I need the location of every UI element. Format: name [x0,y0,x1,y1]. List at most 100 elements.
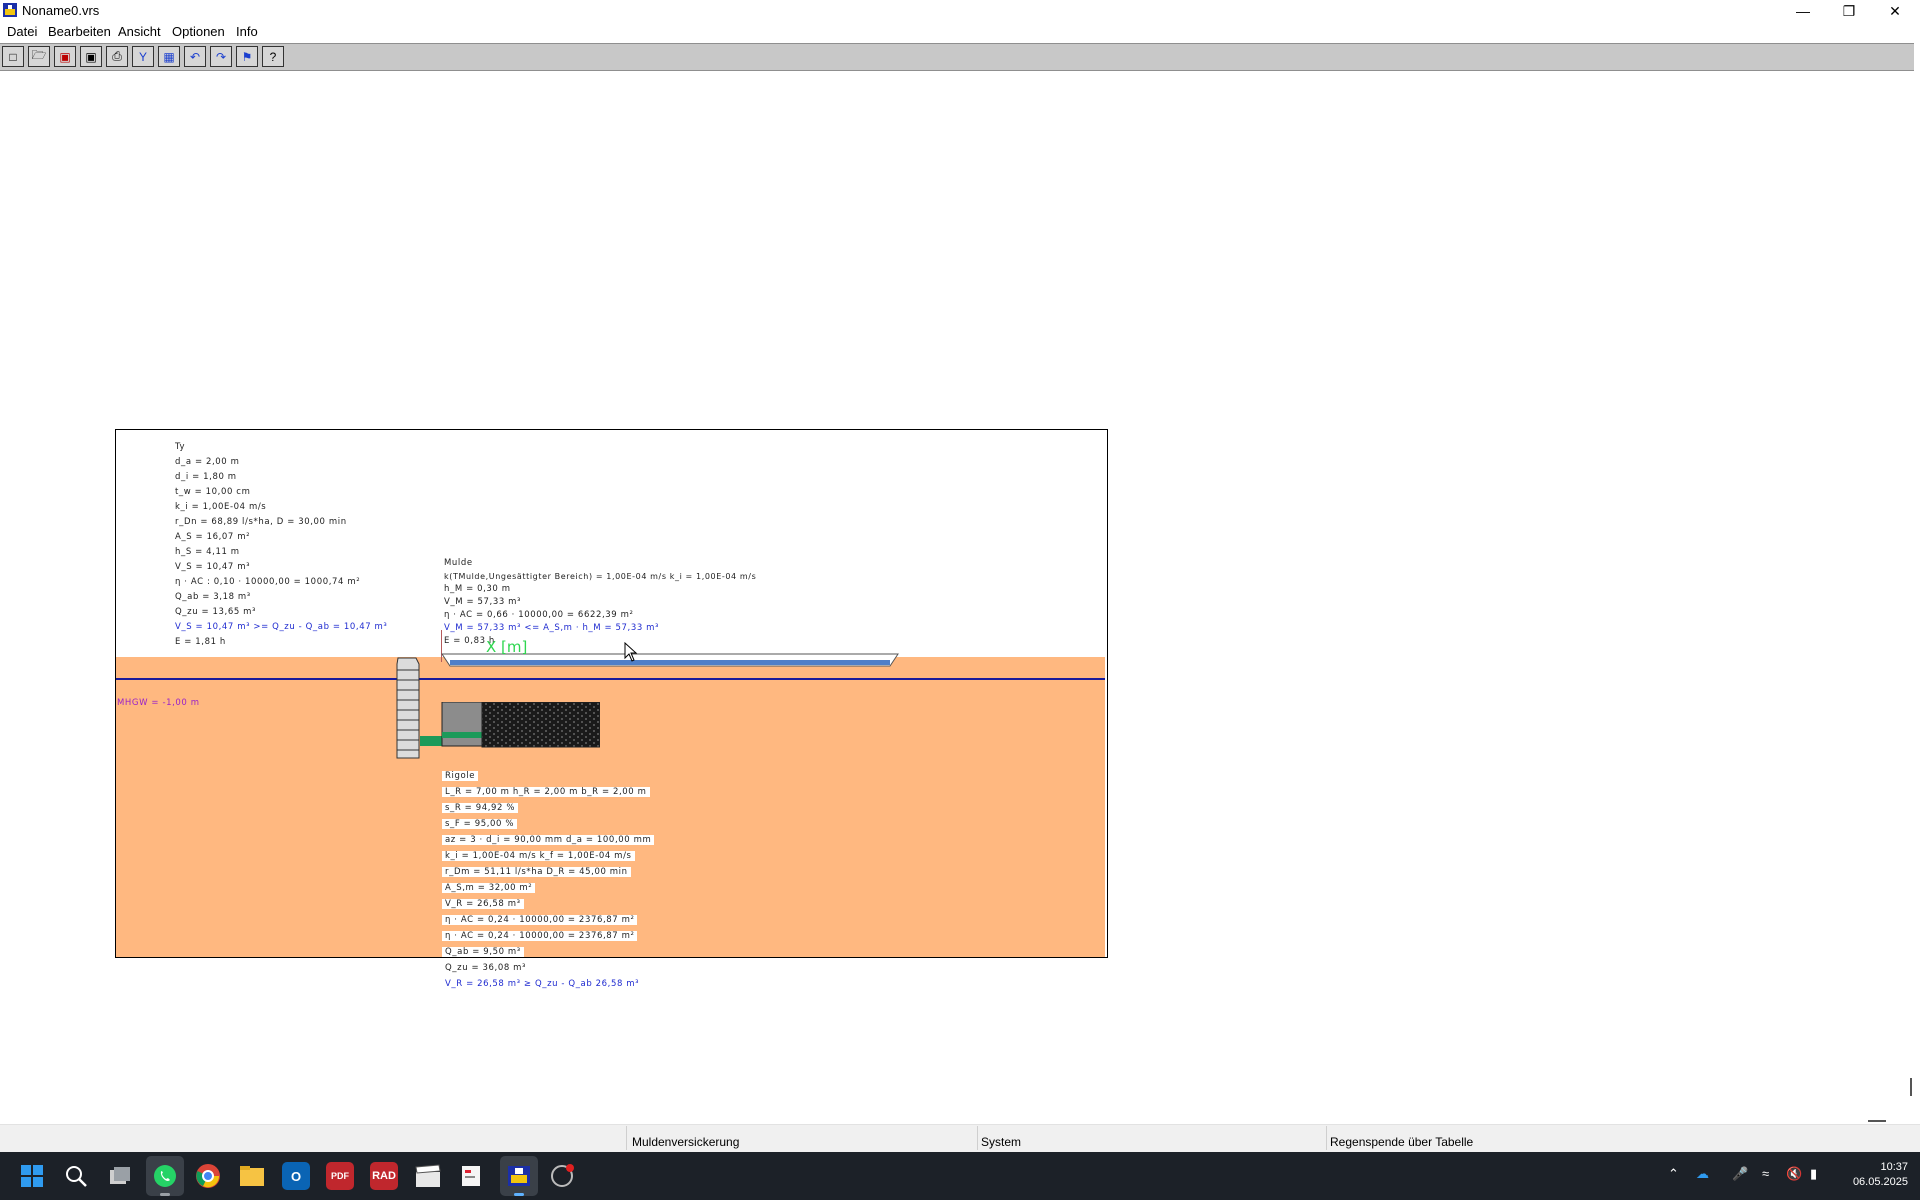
print-button[interactable]: ⎙ [106,46,128,67]
vertical-scrollbar-thumb[interactable] [1910,1078,1912,1096]
schacht-line: V_S = 10,47 m³ [175,562,251,572]
horizontal-scrollbar-thumb[interactable] [1868,1120,1886,1122]
filter-button[interactable]: Y [132,46,154,67]
undo-icon: ↶ [189,49,201,64]
close-icon: ✕ [1889,2,1901,19]
schacht-line: d_i = 1,80 m [175,472,237,482]
mouse-cursor-icon [624,642,638,662]
x-axis-label: X [m] [486,638,528,656]
rigole-line: A_S,m = 32,00 m² [442,883,536,893]
app-active-icon[interactable] [500,1156,538,1196]
tool-icon: ⚑ [241,49,253,64]
redo-icon: ↷ [215,49,227,64]
mulde-line: η · AC = 0,66 · 10000,00 = 6622,39 m² [444,610,634,620]
help-icon: ? [269,49,277,64]
schacht-line: A_S = 16,07 m² [175,532,251,542]
app-icon [3,3,17,17]
schacht-line: r_Dn = 68,89 l/s*ha, D = 30,00 min [175,517,347,527]
status-divider [1326,1126,1327,1150]
rad-icon[interactable]: RAD [370,1162,398,1190]
shaft-structure [396,657,420,759]
rigole-line: s_F = 95,00 % [442,819,518,829]
speaker-muted-icon[interactable]: 🔇 [1786,1166,1802,1182]
schacht-info: Ty d_a = 2,00 m d_i = 1,80 m t_w = 10,00… [175,440,387,650]
clock[interactable]: 10:37 06.05.2025 [1848,1160,1908,1190]
rigole-line: Rigole [442,771,479,781]
rigole-line: k_i = 1,00E-04 m/s k_f = 1,00E-04 m/s [442,851,635,861]
mulde-line: h_M = 0,30 m [444,584,511,594]
grid-icon: ▦ [163,49,175,64]
pdf-editor-icon[interactable]: PDF [326,1162,354,1190]
menu-datei[interactable]: Datei [7,24,37,39]
save-red-button[interactable]: ▣ [54,46,76,67]
undo-button[interactable]: ↶ [184,46,206,67]
status-bar [0,1124,1920,1153]
help-button[interactable]: ? [262,46,284,67]
mulde-line: V_M = 57,33 m³ [444,597,522,607]
task-view-icon[interactable] [106,1162,134,1190]
schacht-line: h_S = 4,11 m [175,547,240,557]
outlook-icon[interactable]: O [282,1162,310,1190]
rigole-line: V_R = 26,58 m³ [442,899,524,909]
chrome-icon[interactable] [194,1162,222,1190]
menu-bearbeiten[interactable]: Bearbeiten [48,24,111,39]
aperture-icon[interactable] [548,1162,576,1190]
schacht-line: E = 1,81 h [175,637,226,647]
restore-button[interactable]: ❐ [1826,0,1872,22]
close-button[interactable]: ✕ [1872,0,1918,22]
mhgw-label: MHGW = -1,00 m [117,698,200,708]
schacht-line: d_a = 2,00 m [175,457,240,467]
minimize-button[interactable]: — [1780,0,1826,22]
snipping-tool-icon[interactable] [458,1162,486,1190]
mulde-check-line: V_M = 57,33 m³ <= A_S,m · h_M = 57,33 m³ [444,623,660,633]
onedrive-icon[interactable]: ☁ [1696,1166,1709,1182]
save-icon: ▣ [59,49,71,64]
menu-info[interactable]: Info [236,24,258,39]
schacht-line: η · AC : 0,10 · 10000,00 = 1000,74 m² [175,577,361,587]
taskbar-indicator [160,1193,170,1196]
start-icon[interactable] [18,1162,46,1190]
grid-button[interactable]: ▦ [158,46,180,67]
rigole-block [420,702,600,748]
window-title: Noname0.vrs [22,3,100,18]
open-file-button[interactable]: 🗁 [28,46,50,67]
schacht-line: Ty [175,442,186,452]
redo-button[interactable]: ↷ [210,46,232,67]
microphone-icon[interactable]: 🎤 [1732,1166,1748,1182]
clock-time: 10:37 [1880,1161,1908,1173]
rigole-line: η · AC = 0,24 · 10000,00 = 2376,87 m² [442,915,638,925]
menu-optionen[interactable]: Optionen [172,24,225,39]
status-system: System [981,1135,1022,1149]
file-explorer-icon[interactable] [238,1162,266,1190]
rigole-line: s_R = 94,92 % [442,803,519,813]
save-button[interactable]: ▣ [80,46,102,67]
title-bar [0,0,1920,22]
status-mode: Muldenversickerung [632,1135,740,1149]
rigole-check-line: V_R = 26,58 m³ ≥ Q_zu - Q_ab 26,58 m³ [442,979,643,989]
mulde-info: Mulde k(TMulde,Ungesättigter Bereich) = … [444,557,756,648]
tool-button[interactable]: ⚑ [236,46,258,67]
wifi-icon[interactable]: ≈ [1762,1166,1769,1181]
save-icon: ▣ [85,49,97,64]
funnel-icon: Y [138,49,147,64]
new-file-icon: □ [9,49,17,64]
rigole-info: Rigole L_R = 7,00 m h_R = 2,00 m b_R = 2… [442,767,655,991]
rigole-line: Q_ab = 9,50 m³ [442,947,524,957]
search-icon[interactable] [62,1162,90,1190]
restore-icon: ❐ [1842,2,1856,19]
rigole-line: az = 3 · d_i = 90,00 mm d_a = 100,00 mm [442,835,655,845]
minimize-icon: — [1796,3,1810,19]
taskbar-indicator [514,1193,524,1196]
tray-chevron-icon[interactable]: ⌃ [1668,1166,1679,1182]
rigole-line: L_R = 7,00 m h_R = 2,00 m b_R = 2,00 m [442,787,650,797]
whatsapp-icon[interactable] [146,1156,184,1196]
menu-ansicht[interactable]: Ansicht [118,24,161,39]
groundwater-line [116,678,1105,680]
rigole-line: Q_zu = 36,08 m³ [442,963,530,973]
schacht-check-line: V_S = 10,47 m³ >= Q_zu - Q_ab = 10,47 m³ [175,622,388,632]
clapper-icon[interactable] [414,1162,442,1190]
mulde-line: Mulde [444,558,473,568]
new-file-button[interactable]: □ [2,46,24,67]
battery-icon[interactable]: ▮ [1810,1166,1817,1182]
rigole-line: r_Dm = 51,11 l/s*ha D_R = 45,00 min [442,867,631,877]
